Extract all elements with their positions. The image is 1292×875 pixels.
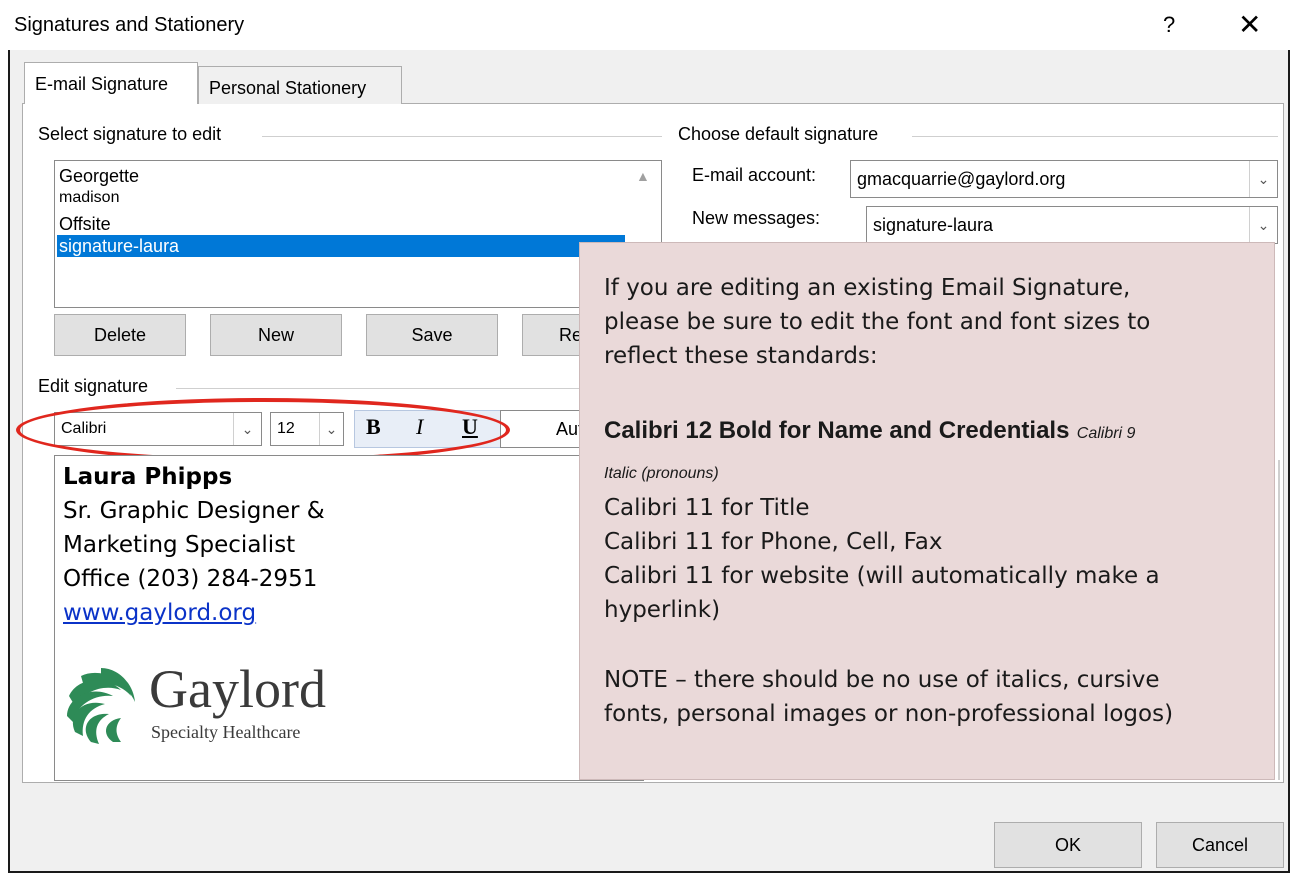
- font-color-select[interactable]: Aut: [500, 410, 590, 448]
- email-account-value: gmacquarrie@gaylord.org: [857, 169, 1066, 189]
- group-divider: [262, 136, 662, 137]
- sig-title-line2: Marketing Specialist: [63, 532, 296, 558]
- new-button[interactable]: New: [210, 314, 342, 356]
- email-account-label: E-mail account:: [692, 165, 817, 185]
- group-divider: [912, 136, 1278, 137]
- panel-border: [1278, 460, 1280, 780]
- sig-website-link[interactable]: www.gaylord.org: [63, 600, 256, 626]
- save-button[interactable]: Save: [366, 314, 498, 356]
- instruction-note: If you are editing an existing Email Sig…: [579, 242, 1275, 780]
- sig-name: Laura Phipps: [63, 464, 233, 490]
- note-rule-web-line2: hyperlink): [604, 597, 721, 623]
- close-icon[interactable]: ✕: [1238, 8, 1261, 41]
- list-item[interactable]: madison: [59, 187, 119, 209]
- list-item[interactable]: Offsite: [59, 213, 111, 235]
- note-italic-rule-b: Italic (pronouns): [604, 465, 719, 482]
- note-rule-web-line1: Calibri 11 for website (will automatical…: [604, 563, 1160, 589]
- new-messages-select[interactable]: signature-laura ⌄: [866, 206, 1278, 244]
- sig-office: Office (203) 284-2951: [63, 566, 318, 592]
- note-intro-line2: please be sure to edit the font and font…: [604, 309, 1151, 335]
- new-messages-label: New messages:: [692, 208, 821, 228]
- help-button[interactable]: ?: [1163, 12, 1175, 38]
- scroll-up-icon[interactable]: ▲: [636, 168, 650, 184]
- list-item[interactable]: Georgette: [59, 165, 139, 187]
- highlight-annotation: [16, 398, 510, 462]
- logo-tagline: Specialty Healthcare: [151, 722, 301, 742]
- note-warning-line2: fonts, personal images or non-profession…: [604, 701, 1174, 727]
- signature-list[interactable]: Georgette madison Offsite signature-laur…: [54, 160, 662, 308]
- dialog-title: Signatures and Stationery: [14, 14, 245, 36]
- email-account-select[interactable]: gmacquarrie@gaylord.org ⌄: [850, 160, 1278, 198]
- gaylord-logo: Gaylord Specialty Healthcare: [61, 659, 326, 752]
- signature-editor[interactable]: Laura Phipps Sr. Graphic Designer & Mark…: [54, 455, 644, 781]
- group-divider: [176, 388, 596, 389]
- logo-wordmark: Gaylord: [149, 659, 326, 719]
- list-item-selected[interactable]: signature-laura: [57, 235, 625, 257]
- edit-signature-label: Edit signature: [38, 376, 149, 396]
- delete-button[interactable]: Delete: [54, 314, 186, 356]
- tab-email-signature[interactable]: E-mail Signature: [24, 62, 198, 104]
- note-bold-rule: Calibri 12 Bold for Name and Credentials: [604, 417, 1070, 444]
- sig-title-line1: Sr. Graphic Designer &: [63, 498, 325, 524]
- gaylord-logo-mark: [67, 668, 135, 744]
- ok-button[interactable]: OK: [994, 822, 1142, 868]
- new-messages-value: signature-laura: [873, 215, 994, 235]
- note-italic-rule-a: Calibri 9: [1076, 425, 1136, 442]
- chevron-down-icon[interactable]: ⌄: [1249, 161, 1277, 197]
- note-intro-line3: reflect these standards:: [604, 343, 878, 369]
- cancel-button[interactable]: Cancel: [1156, 822, 1284, 868]
- chevron-down-icon[interactable]: ⌄: [1249, 207, 1277, 243]
- note-rule-phone: Calibri 11 for Phone, Cell, Fax: [604, 529, 943, 555]
- tab-personal-stationery[interactable]: Personal Stationery: [198, 66, 402, 104]
- note-warning-line1: NOTE – there should be no use of italics…: [604, 667, 1160, 693]
- note-intro-line1: If you are editing an existing Email Sig…: [604, 275, 1131, 301]
- select-signature-label: Select signature to edit: [38, 124, 222, 144]
- default-signature-label: Choose default signature: [678, 124, 879, 144]
- note-rule-title: Calibri 11 for Title: [604, 495, 810, 521]
- note-bold-rule-line: Calibri 12 Bold for Name and Credentials…: [604, 417, 1135, 445]
